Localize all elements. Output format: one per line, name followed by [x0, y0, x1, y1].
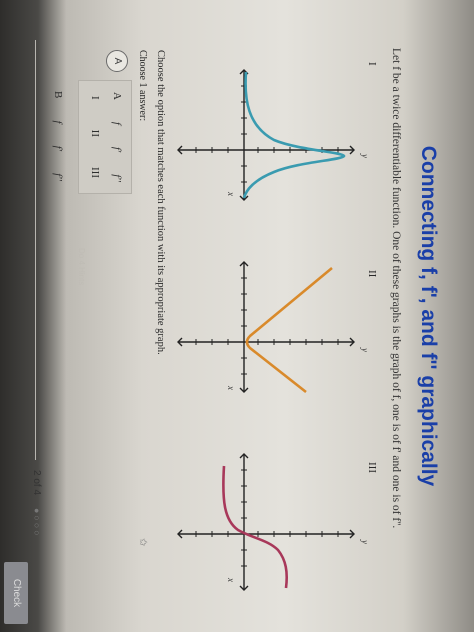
- graph-ii-axes: [177, 261, 355, 393]
- option-a-table[interactable]: A f f' f'' I II III: [78, 80, 132, 194]
- option-b-table[interactable]: B f f' f'': [46, 80, 64, 192]
- graph-i-curve: [242, 71, 346, 199]
- graph-iii-curve: [222, 465, 289, 589]
- photo-background: Connecting f, f', and f'' graphically Le…: [0, 0, 474, 632]
- option-a-values-row: I II III: [89, 81, 101, 193]
- value-f-double-prime: III: [89, 167, 101, 178]
- value-f: I: [89, 96, 101, 100]
- header-f: f: [111, 121, 123, 125]
- option-b-header-f-double-prime: f'': [52, 173, 64, 181]
- header-f-double-prime: f'': [111, 174, 123, 182]
- graph-iii-axes: [177, 453, 355, 591]
- option-a-radio[interactable]: A: [106, 50, 128, 72]
- option-b-header-f: f: [52, 120, 64, 124]
- star-icon[interactable]: ✩: [137, 538, 148, 546]
- option-b-letter: B: [52, 91, 64, 99]
- value-f-prime: II: [89, 129, 101, 137]
- watermark-text: Do 4 Hints: [77, 248, 86, 286]
- progress-text: 2 of 4: [31, 470, 42, 496]
- check-button[interactable]: Check: [4, 562, 28, 624]
- option-a-letter: A: [111, 91, 123, 100]
- progress-dots: ●○○○: [32, 508, 42, 538]
- option-a-header-row: A f f' f'': [111, 81, 123, 193]
- choose-answer-label: Choose 1 answer:: [137, 50, 148, 122]
- exercise-page: Connecting f, f', and f'' graphically Le…: [0, 0, 474, 632]
- question-text: Choose the option that matches each func…: [155, 50, 166, 355]
- option-b-header-row: B f f' f'': [52, 80, 64, 192]
- option-b-header-f-prime: f': [52, 145, 64, 152]
- graphs-svg: [177, 69, 355, 591]
- footer-divider: [35, 40, 36, 460]
- header-f-prime: f': [111, 146, 123, 153]
- graph-ii-curve: [245, 266, 333, 394]
